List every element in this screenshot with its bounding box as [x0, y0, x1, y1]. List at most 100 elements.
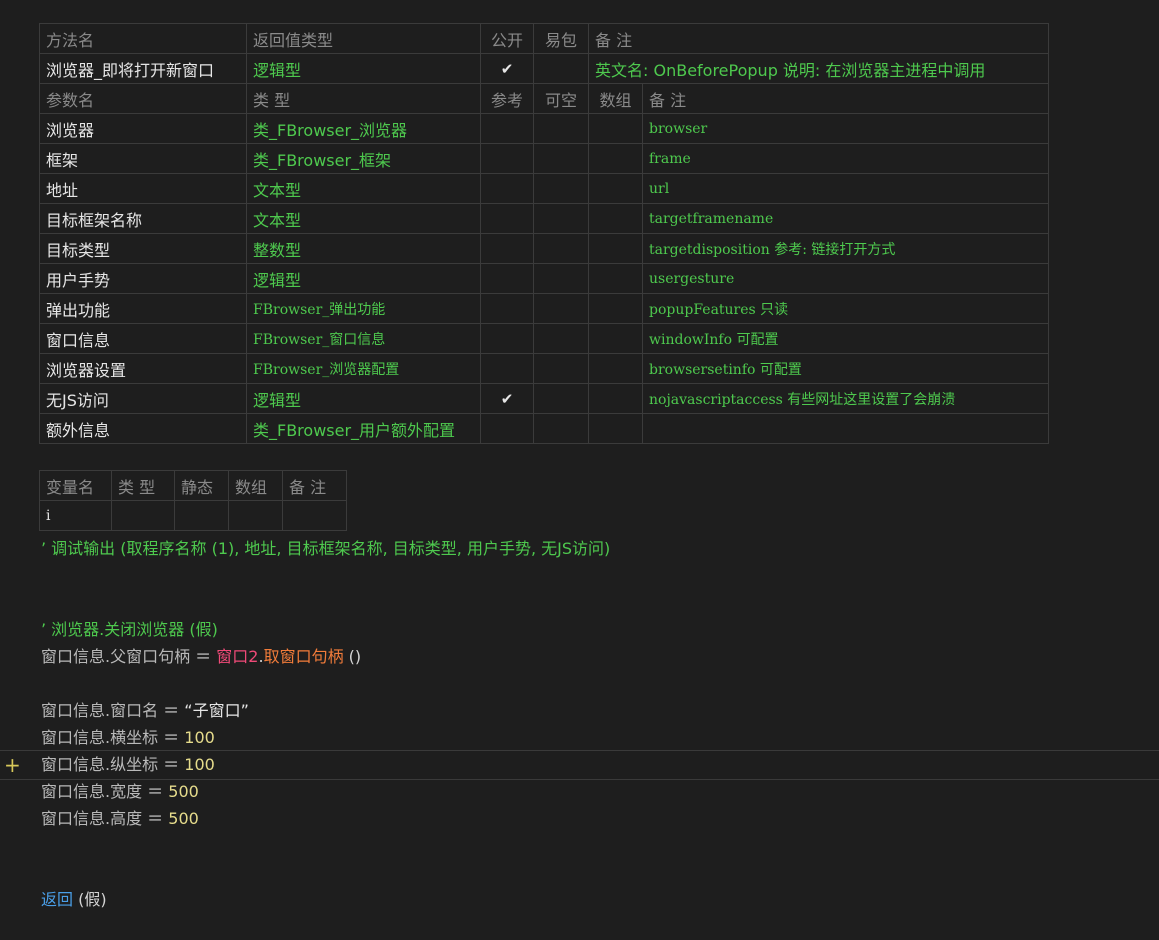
code-line-parent-handle[interactable]: 窗口信息.父窗口句柄 ＝ 窗口2.取窗口句柄 ()	[41, 644, 361, 670]
method-row[interactable]: 浏览器_即将打开新窗口 逻辑型 ✔ 英文名: OnBeforePopup 说明:…	[39, 53, 1049, 84]
param-array-cell[interactable]	[588, 203, 643, 234]
param-nullable-cell[interactable]	[533, 413, 589, 444]
param-type-cell[interactable]: 整数型	[246, 233, 481, 264]
var-name-cell[interactable]: i	[39, 500, 112, 531]
code-editor[interactable]: 方法名 返回值类型 公开 易包 备 注 浏览器_即将打开新窗口 逻辑型 ✔ 英文…	[0, 0, 1159, 940]
param-row[interactable]: 目标框架名称 文本型 targetframename	[39, 203, 1049, 234]
param-row[interactable]: 地址 文本型 url	[39, 173, 1049, 204]
param-array-cell[interactable]	[588, 173, 643, 204]
var-row[interactable]: i	[39, 500, 347, 531]
param-remark-cell[interactable]: url	[642, 173, 1049, 204]
param-nullable-cell[interactable]	[533, 263, 589, 294]
method-easy-pkg-cell[interactable]	[533, 53, 589, 84]
param-array-cell[interactable]	[588, 353, 643, 384]
method-public-check-icon[interactable]: ✔	[480, 53, 534, 84]
param-nullable-cell[interactable]	[533, 383, 589, 414]
param-type-cell[interactable]: FBrowser_窗口信息	[246, 323, 481, 354]
param-array-cell[interactable]	[588, 263, 643, 294]
param-ref-cell[interactable]	[480, 263, 534, 294]
param-name-cell[interactable]: 目标框架名称	[39, 203, 247, 234]
param-row[interactable]: 额外信息 类_FBrowser_用户额外配置	[39, 413, 1049, 444]
param-row[interactable]: 浏览器 类_FBrowser_浏览器 browser	[39, 113, 1049, 144]
param-row[interactable]: 浏览器设置 FBrowser_浏览器配置 browsersetinfo 可配置	[39, 353, 1049, 384]
param-array-cell[interactable]	[588, 413, 643, 444]
method-name-cell[interactable]: 浏览器_即将打开新窗口	[39, 53, 247, 84]
param-remark-cell[interactable]: targetframename	[642, 203, 1049, 234]
param-nullable-cell[interactable]	[533, 203, 589, 234]
code-line-debug-comment[interactable]: ’ 调试输出 (取程序名称 (1), 地址, 目标框架名称, 目标类型, 用户手…	[41, 536, 610, 562]
param-ref-cell[interactable]	[480, 113, 534, 144]
code-line-return[interactable]: 返回 (假)	[41, 887, 107, 913]
param-type-cell[interactable]: 逻辑型	[246, 263, 481, 294]
param-remark-cell[interactable]: frame	[642, 143, 1049, 174]
param-remark-cell[interactable]: targetdisposition 参考: 链接打开方式	[642, 233, 1049, 264]
param-array-cell[interactable]	[588, 323, 643, 354]
param-remark-cell[interactable]: popupFeatures 只读	[642, 293, 1049, 324]
code-line-width[interactable]: 窗口信息.宽度 ＝ 500	[41, 779, 199, 805]
param-nullable-cell[interactable]	[533, 143, 589, 174]
param-type-cell[interactable]: 类_FBrowser_框架	[246, 143, 481, 174]
param-type-cell[interactable]: 类_FBrowser_用户额外配置	[246, 413, 481, 444]
param-remark-cell[interactable]: browsersetinfo 可配置	[642, 353, 1049, 384]
param-row[interactable]: 框架 类_FBrowser_框架 frame	[39, 143, 1049, 174]
param-remark-cell[interactable]: nojavascriptaccess 有些网址这里设置了会崩溃	[642, 383, 1049, 414]
param-name-cell[interactable]: 浏览器	[39, 113, 247, 144]
param-name-cell[interactable]: 框架	[39, 143, 247, 174]
param-nullable-cell[interactable]	[533, 323, 589, 354]
param-name-cell[interactable]: 地址	[39, 173, 247, 204]
method-remark-cell[interactable]: 英文名: OnBeforePopup 说明: 在浏览器主进程中调用	[588, 53, 1049, 84]
param-row[interactable]: 弹出功能 FBrowser_弹出功能 popupFeatures 只读	[39, 293, 1049, 324]
param-ref-cell[interactable]	[480, 353, 534, 384]
param-remark-cell[interactable]: usergesture	[642, 263, 1049, 294]
param-ref-cell[interactable]	[480, 233, 534, 264]
method-return-type-cell[interactable]: 逻辑型	[246, 53, 481, 84]
param-ref-cell[interactable]	[480, 293, 534, 324]
param-nullable-cell[interactable]	[533, 293, 589, 324]
param-type-cell[interactable]: FBrowser_浏览器配置	[246, 353, 481, 384]
param-nullable-cell[interactable]	[533, 233, 589, 264]
param-name-cell[interactable]: 浏览器设置	[39, 353, 247, 384]
param-ref-check-icon[interactable]: ✔	[480, 383, 534, 414]
param-array-cell[interactable]	[588, 233, 643, 264]
code-line-height[interactable]: 窗口信息.高度 ＝ 500	[41, 806, 199, 832]
param-array-cell[interactable]	[588, 143, 643, 174]
param-ref-cell[interactable]	[480, 323, 534, 354]
param-type-cell[interactable]: 文本型	[246, 173, 481, 204]
param-name-cell[interactable]: 用户手势	[39, 263, 247, 294]
var-type-cell[interactable]	[111, 500, 175, 531]
param-remark-cell[interactable]	[642, 413, 1049, 444]
param-nullable-cell[interactable]	[533, 353, 589, 384]
param-remark-cell[interactable]: windowInfo 可配置	[642, 323, 1049, 354]
code-line-close-comment[interactable]: ’ 浏览器.关闭浏览器 (假)	[41, 617, 218, 643]
param-name-cell[interactable]: 额外信息	[39, 413, 247, 444]
param-ref-cell[interactable]	[480, 143, 534, 174]
param-array-cell[interactable]	[588, 383, 643, 414]
var-static-cell[interactable]	[174, 500, 229, 531]
code-line-y[interactable]: 窗口信息.纵坐标 ＝ 100	[41, 752, 215, 778]
param-type-cell[interactable]: 逻辑型	[246, 383, 481, 414]
param-type-cell[interactable]: 类_FBrowser_浏览器	[246, 113, 481, 144]
code-line-window-name[interactable]: 窗口信息.窗口名 ＝ “子窗口”	[41, 698, 249, 724]
var-remark-cell[interactable]	[282, 500, 347, 531]
var-array-cell[interactable]	[228, 500, 283, 531]
param-row[interactable]: 目标类型 整数型 targetdisposition 参考: 链接打开方式	[39, 233, 1049, 264]
param-remark-cell[interactable]: browser	[642, 113, 1049, 144]
param-row[interactable]: 窗口信息 FBrowser_窗口信息 windowInfo 可配置	[39, 323, 1049, 354]
param-type-cell[interactable]: 文本型	[246, 203, 481, 234]
param-ref-cell[interactable]	[480, 413, 534, 444]
param-array-cell[interactable]	[588, 293, 643, 324]
param-ref-cell[interactable]	[480, 173, 534, 204]
param-nullable-cell[interactable]	[533, 173, 589, 204]
add-line-icon[interactable]: +	[4, 752, 21, 778]
param-name-cell[interactable]: 无JS访问	[39, 383, 247, 414]
code-line-x[interactable]: 窗口信息.横坐标 ＝ 100	[41, 725, 215, 751]
param-row[interactable]: 无JS访问 逻辑型 ✔ nojavascriptaccess 有些网址这里设置了会崩溃	[39, 383, 1049, 414]
param-nullable-cell[interactable]	[533, 113, 589, 144]
param-name-cell[interactable]: 弹出功能	[39, 293, 247, 324]
param-ref-cell[interactable]	[480, 203, 534, 234]
param-name-cell[interactable]: 窗口信息	[39, 323, 247, 354]
param-row[interactable]: 用户手势 逻辑型 usergesture	[39, 263, 1049, 294]
param-array-cell[interactable]	[588, 113, 643, 144]
param-name-cell[interactable]: 目标类型	[39, 233, 247, 264]
param-type-cell[interactable]: FBrowser_弹出功能	[246, 293, 481, 324]
